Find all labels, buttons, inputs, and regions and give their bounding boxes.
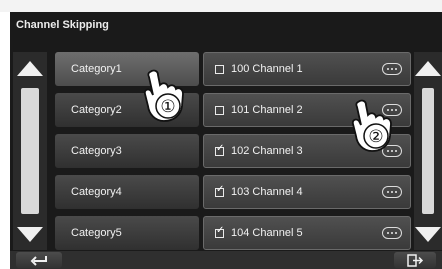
channel-row[interactable]: 100 Channel 1: [203, 52, 411, 86]
category-scroll-up-button[interactable]: [13, 52, 47, 84]
top-banner: [0, 0, 442, 12]
check-mark-icon: ✓: [216, 183, 225, 195]
back-button[interactable]: [16, 252, 62, 268]
category-label: Category4: [71, 186, 122, 198]
category-label: Category2: [71, 104, 122, 116]
channel-row[interactable]: ✓ 104 Channel 5: [203, 216, 411, 250]
check-mark-icon: ✓: [216, 142, 225, 154]
category-scrollbar[interactable]: [13, 52, 47, 250]
triangle-up-icon: [17, 60, 43, 76]
category-button[interactable]: Category3: [55, 134, 199, 168]
ellipsis-icon[interactable]: [382, 63, 402, 75]
category-scroll-down-button[interactable]: [13, 218, 47, 250]
frame: Channel Skipping Category1 Category2 Cat…: [0, 0, 442, 269]
ellipsis-icon[interactable]: [382, 186, 402, 198]
channel-label: 100 Channel 1: [231, 63, 303, 75]
channel-label: 101 Channel 2: [231, 104, 303, 116]
triangle-down-icon: [415, 226, 441, 242]
ellipsis-icon[interactable]: [382, 227, 402, 239]
pointing-hand-icon: ②: [351, 99, 392, 152]
channel-skipping-screen: Channel Skipping Category1 Category2 Cat…: [10, 12, 442, 269]
pointing-hand-icon: ①: [143, 69, 184, 122]
category-scroll-track[interactable]: [21, 88, 39, 214]
channel-scrollbar[interactable]: [414, 52, 442, 250]
category-label: Category3: [71, 145, 122, 157]
channel-scroll-down-button[interactable]: [414, 218, 442, 250]
check-mark-icon: ✓: [216, 224, 225, 236]
category-label: Category5: [71, 227, 122, 239]
channel-row[interactable]: ✓ 103 Channel 4: [203, 175, 411, 209]
triangle-down-icon: [17, 226, 43, 242]
return-arrow-icon: [30, 256, 47, 266]
callout-number: ②: [368, 127, 383, 147]
skip-checkbox[interactable]: ✓: [215, 224, 225, 238]
skip-checkbox[interactable]: [215, 64, 224, 74]
channel-scroll-up-button[interactable]: [414, 52, 442, 84]
skip-checkbox[interactable]: ✓: [215, 183, 225, 197]
bottom-bar: [10, 251, 442, 269]
category-button[interactable]: Category4: [55, 175, 199, 209]
skip-checkbox[interactable]: ✓: [215, 142, 225, 156]
channel-label: 104 Channel 5: [231, 227, 303, 239]
screen-title: Channel Skipping: [16, 19, 109, 31]
category-button[interactable]: Category5: [55, 216, 199, 250]
channel-scroll-track[interactable]: [422, 88, 434, 214]
exit-door-icon: [407, 253, 424, 267]
channel-label: 103 Channel 4: [231, 186, 303, 198]
channel-label: 102 Channel 3: [231, 145, 303, 157]
skip-checkbox[interactable]: [215, 105, 224, 115]
triangle-up-icon: [415, 60, 441, 76]
callout-number: ①: [160, 97, 175, 117]
category-label: Category1: [71, 63, 122, 75]
exit-button[interactable]: [394, 252, 436, 268]
